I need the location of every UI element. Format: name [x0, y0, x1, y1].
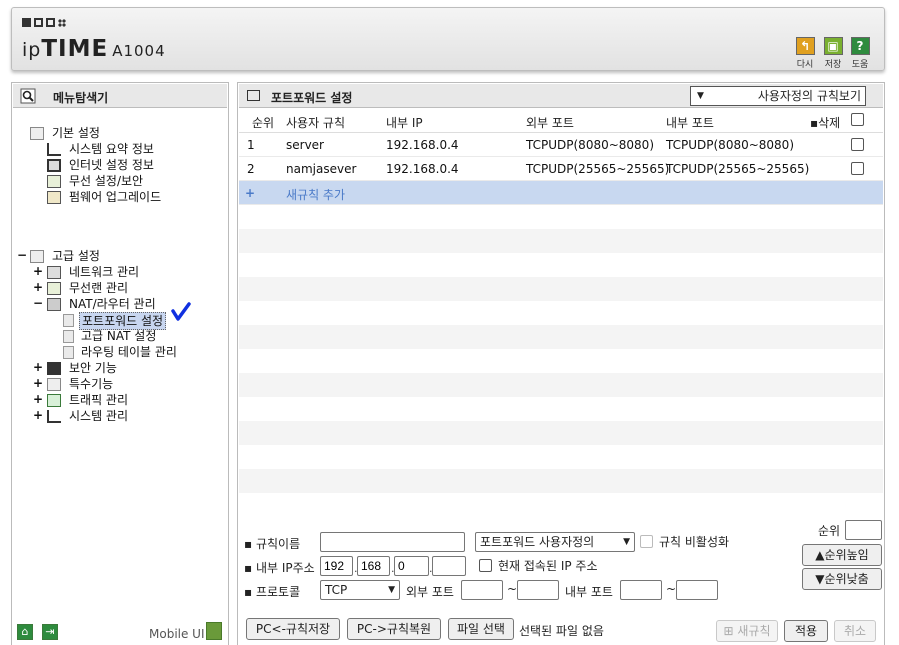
delete-checkbox[interactable]	[851, 138, 864, 151]
protocol-select[interactable]: TCP ▼	[320, 580, 400, 600]
restore-rules-button[interactable]: PC->규칙복원	[347, 618, 441, 640]
rank-label: 순위	[818, 524, 841, 538]
router-icon	[47, 298, 61, 311]
monitor-icon	[47, 159, 61, 172]
expand-icon[interactable]: +	[33, 376, 43, 391]
internal-port-end[interactable]	[676, 580, 718, 600]
save-button[interactable]: ▣ 저장	[822, 37, 844, 70]
disable-rule-label: 규칙 비활성화	[659, 535, 730, 549]
expand-icon[interactable]: +	[33, 360, 43, 375]
cancel-button[interactable]: 취소	[834, 620, 876, 642]
table-header: 순위 사용자 규칙 내부 IP 외부 포트 내부 포트 ▪삭제	[239, 109, 883, 133]
ip-octet-3[interactable]	[394, 556, 429, 576]
internal-port-label: 내부 포트	[565, 585, 613, 599]
external-port-label: 외부 포트	[406, 585, 454, 599]
help-button[interactable]: ? 도움	[849, 37, 871, 70]
expand-icon[interactable]: +	[33, 408, 43, 423]
logout-icon[interactable]: ⇥	[42, 624, 58, 640]
table-row[interactable]: 1 server 192.168.0.4 TCPUDP(8080~8080) T…	[239, 133, 883, 157]
internal-ip-label: ▪ 내부 IP주소	[244, 561, 315, 575]
delete-checkbox[interactable]	[851, 162, 864, 175]
network-icon	[47, 266, 61, 279]
select-all-checkbox[interactable]	[851, 113, 864, 126]
save-icon: ▣	[823, 37, 843, 55]
internal-port-start[interactable]	[620, 580, 662, 600]
upgrade-icon	[47, 191, 61, 204]
magnifier-icon	[20, 88, 36, 104]
mobile-ui-link[interactable]: Mobile UI	[149, 627, 205, 641]
content-titlebar: 포트포워드 설정 ▼ 사용자정의 규칙보기	[239, 84, 883, 108]
traffic-icon	[47, 394, 61, 407]
new-rule-button[interactable]: ⊞ 새규칙	[716, 620, 778, 642]
collapse-icon[interactable]: −	[17, 248, 27, 263]
menu-explorer-titlebar: 메뉴탐색기	[13, 84, 227, 108]
file-select-button[interactable]: 파일 선택	[448, 618, 514, 640]
rank-input[interactable]	[845, 520, 882, 540]
table-row[interactable]: 2 namjasever 192.168.0.4 TCPUDP(25565~25…	[239, 157, 883, 181]
expand-icon[interactable]: +	[33, 264, 43, 279]
brand-logo: ipTIME A1004	[22, 36, 166, 62]
current-ip-checkbox[interactable]	[479, 559, 492, 572]
apply-button[interactable]: 적용	[784, 620, 828, 642]
ip-octet-1[interactable]	[320, 556, 353, 576]
chart-icon	[47, 410, 61, 423]
ip-octet-2[interactable]	[357, 556, 390, 576]
special-icon	[47, 378, 61, 391]
disable-rule-checkbox[interactable]	[640, 535, 653, 548]
plus-icon: ⊞	[723, 624, 738, 638]
folder-icon	[30, 127, 44, 140]
rule-name-input[interactable]	[320, 532, 465, 552]
home-icon[interactable]: ⌂	[17, 624, 33, 640]
wireless-icon	[47, 175, 61, 188]
menu-footer: ⌂ ⇥ Mobile UI	[11, 622, 229, 645]
page-title: 포트포워드 설정	[271, 91, 353, 105]
model-name: A1004	[112, 42, 166, 60]
window-icon	[247, 90, 260, 101]
rank-up-button[interactable]: ▲순위높임	[802, 544, 882, 566]
file-status: 선택된 파일 없음	[519, 624, 604, 638]
external-port-start[interactable]	[461, 580, 503, 600]
logo-mark	[22, 18, 66, 27]
wireless-icon	[47, 282, 61, 295]
expand-icon[interactable]: +	[33, 280, 43, 295]
help-icon: ?	[850, 37, 870, 55]
backup-rules-button[interactable]: PC<-규칙저장	[246, 618, 340, 640]
ip-octet-4[interactable]	[432, 556, 466, 576]
document-icon	[63, 314, 74, 327]
chevron-down-icon: ▼	[623, 537, 630, 547]
mobile-icon[interactable]	[206, 622, 222, 640]
rule-name-label: ▪ 규칙이름	[244, 537, 301, 551]
document-icon	[63, 346, 74, 359]
lock-icon	[47, 362, 61, 375]
add-rule-row[interactable]: + 새규칙 추가	[239, 181, 883, 205]
document-icon	[63, 330, 74, 343]
expand-icon[interactable]: +	[33, 392, 43, 407]
rule-type-select[interactable]: 포트포워드 사용자정의 ▼	[475, 532, 635, 552]
folder-icon	[30, 250, 44, 263]
header-bar: ipTIME A1004 ↰ 다시 ▣ 저장 ? 도움	[11, 7, 885, 71]
current-ip-label: 현재 접속된 IP 주소	[498, 559, 598, 573]
chart-icon	[47, 143, 61, 156]
chevron-down-icon: ▼	[697, 91, 704, 101]
chevron-down-icon: ▼	[388, 585, 395, 595]
reload-icon: ↰	[795, 37, 815, 55]
plus-icon: +	[245, 186, 256, 200]
rule-table: 순위 사용자 규칙 내부 IP 외부 포트 내부 포트 ▪삭제 1 server…	[239, 109, 883, 495]
reload-button[interactable]: ↰ 다시	[794, 37, 816, 70]
rank-down-button[interactable]: ▼순위낮춤	[802, 568, 882, 590]
protocol-label: ▪ 프로토콜	[244, 585, 301, 599]
checkmark-icon	[171, 302, 191, 321]
menu-explorer-title: 메뉴탐색기	[53, 91, 109, 105]
rule-view-select[interactable]: ▼ 사용자정의 규칙보기	[690, 86, 866, 106]
external-port-end[interactable]	[517, 580, 559, 600]
collapse-icon[interactable]: −	[33, 296, 43, 311]
